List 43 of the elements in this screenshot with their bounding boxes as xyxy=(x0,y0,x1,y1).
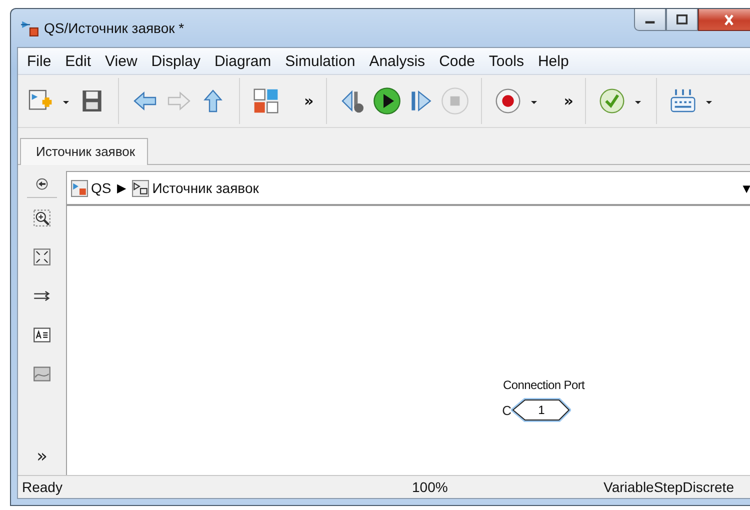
separator-arrow: ▶ xyxy=(117,181,126,195)
menu-item[interactable]: Analysis xyxy=(364,52,434,70)
check-icon[interactable] xyxy=(598,87,626,115)
menu-item[interactable]: Tools xyxy=(484,52,533,70)
close-button[interactable] xyxy=(698,9,750,31)
breadcrumb-link[interactable]: QS xyxy=(91,180,112,196)
overflow-button[interactable]: » xyxy=(564,92,574,110)
overflow-button[interactable]: » xyxy=(304,92,314,110)
model-icon xyxy=(71,180,88,196)
close-icon[interactable] xyxy=(722,14,736,26)
zoom-level: 100% xyxy=(412,479,449,495)
solver-name: VariableStepDiscrete xyxy=(604,479,734,495)
maximize-button[interactable] xyxy=(666,9,698,31)
model-icon xyxy=(21,19,39,37)
window-title: QS/Источник заявок * xyxy=(44,20,184,36)
more-tools-button[interactable]: » xyxy=(36,446,48,467)
image-icon[interactable] xyxy=(33,365,51,383)
port-block[interactable]: 1 xyxy=(511,398,572,422)
status-text: Ready xyxy=(21,479,64,495)
menu-item[interactable]: Display xyxy=(146,52,210,70)
menu-item[interactable]: Help xyxy=(532,52,578,70)
run-icon[interactable] xyxy=(372,87,401,115)
menu-item[interactable]: Code xyxy=(434,52,484,70)
menu-item[interactable]: View xyxy=(100,52,146,70)
menu-item[interactable]: Edit xyxy=(60,52,100,70)
minimize-button[interactable] xyxy=(634,9,666,31)
dropdown-button[interactable]: ▼ xyxy=(740,180,750,196)
maximize-icon[interactable] xyxy=(675,14,689,26)
tab[interactable]: Источник заявок xyxy=(20,138,148,165)
record-icon[interactable] xyxy=(494,87,522,115)
port-label: C xyxy=(502,402,512,418)
text-annotation-icon[interactable] xyxy=(33,326,51,344)
breadcrumb-link[interactable]: Источник заявок xyxy=(152,180,259,196)
fit-view-icon[interactable] xyxy=(33,248,51,266)
menu-item[interactable]: Simulation xyxy=(280,52,364,70)
library-grid-icon[interactable] xyxy=(252,87,280,115)
subsystem-icon xyxy=(132,180,150,196)
hide-browser-icon[interactable] xyxy=(35,177,49,191)
zoom-icon[interactable] xyxy=(33,209,51,227)
keypad-icon[interactable] xyxy=(669,87,698,115)
menu-item[interactable]: File xyxy=(22,52,60,70)
menu-item[interactable]: Diagram xyxy=(209,52,280,70)
block-label: Connection Port xyxy=(503,378,585,392)
